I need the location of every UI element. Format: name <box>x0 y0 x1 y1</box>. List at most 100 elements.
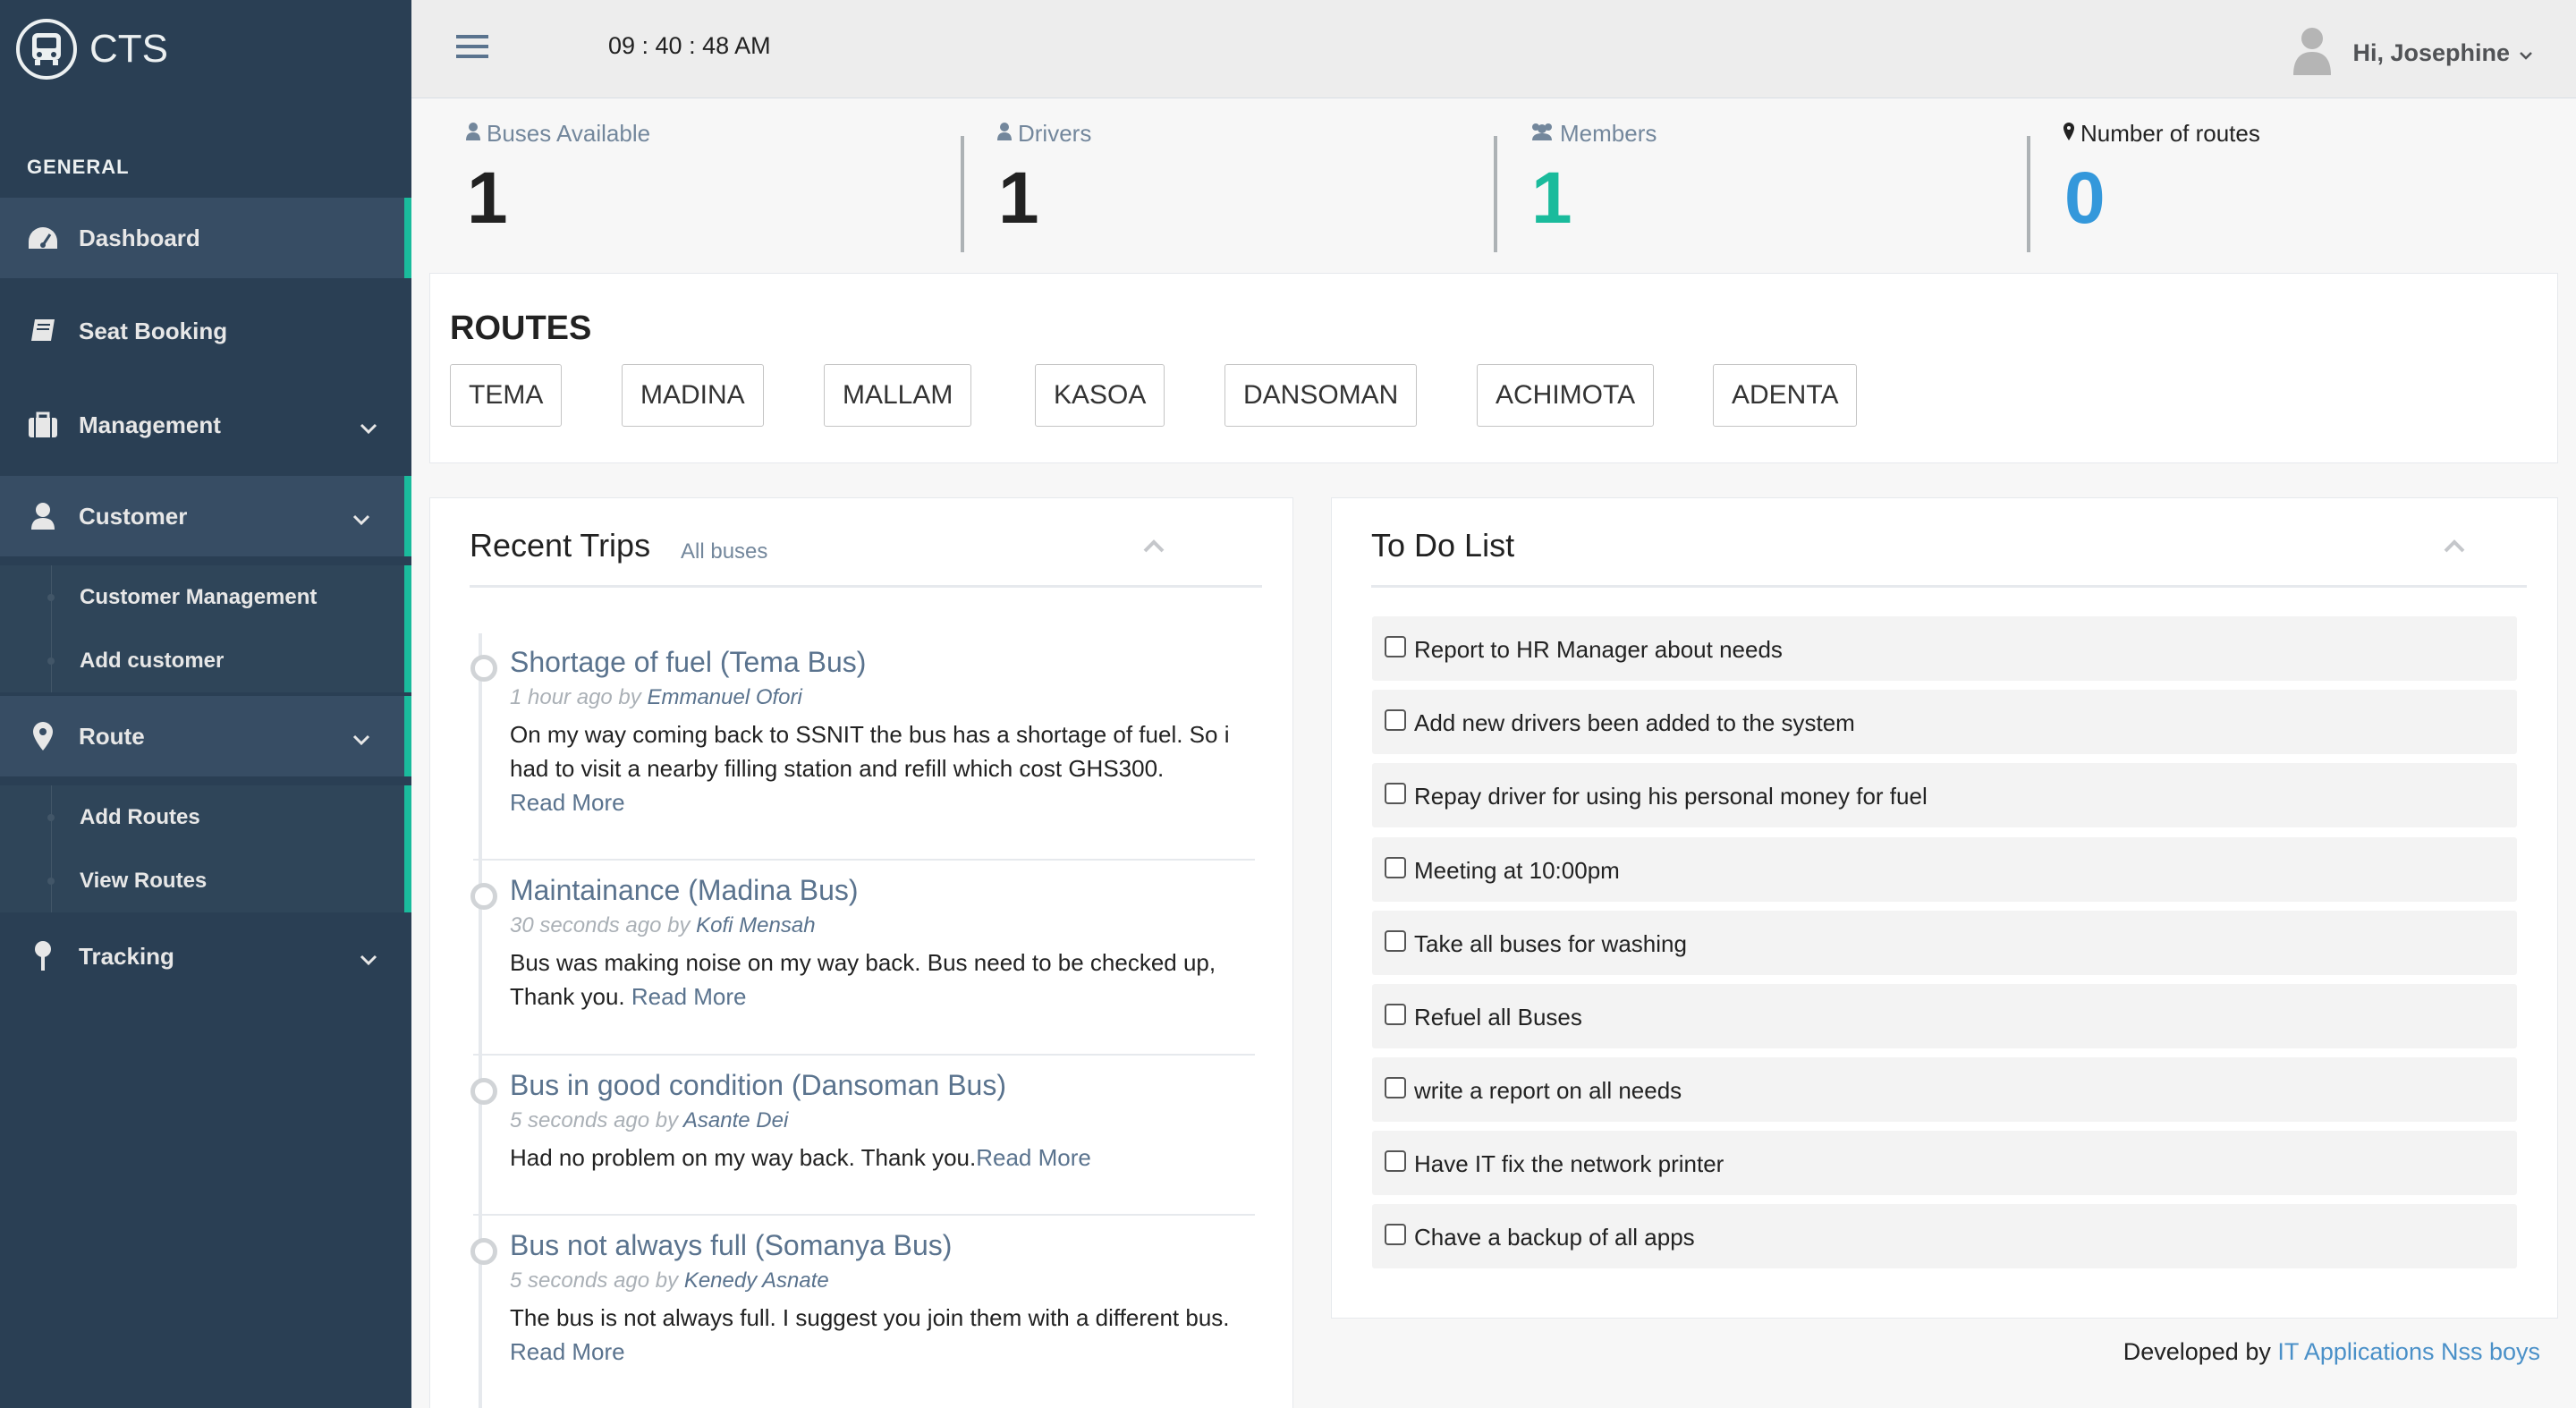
todo-item[interactable]: Meeting at 10:00pm <box>1372 837 2517 902</box>
divider <box>961 136 964 252</box>
sidebar-subitem-customer-management[interactable]: Customer Management <box>0 565 404 629</box>
todo-item[interactable]: Add new drivers been added to the system <box>1372 690 2517 754</box>
trip-title-link[interactable]: Maintainance (Madina Bus) <box>510 874 859 907</box>
trip-title-link[interactable]: Shortage of fuel (Tema Bus) <box>510 646 866 679</box>
chevron-up-icon[interactable] <box>2443 538 2466 558</box>
divider <box>473 1214 1255 1216</box>
todo-checkbox[interactable] <box>1385 857 1406 878</box>
chevron-down-icon <box>352 505 370 532</box>
stat-value: 1 <box>467 157 508 239</box>
read-more-link[interactable]: Read More <box>510 1338 625 1365</box>
todo-text: Refuel all Buses <box>1414 1004 1582 1031</box>
trip-author[interactable]: Kofi Mensah <box>696 913 815 937</box>
user-greeting: Hi, Josephine <box>2352 39 2510 66</box>
avatar <box>2292 25 2333 81</box>
trip-text: Bus was making noise on my way back. Bus… <box>510 949 1216 1010</box>
route-button-dansoman[interactable]: DANSOMAN <box>1224 364 1418 427</box>
sidebar-item-dashboard[interactable]: Dashboard <box>0 198 411 278</box>
read-more-link[interactable]: Read More <box>976 1144 1091 1171</box>
panel-title: Recent Trips <box>470 527 651 564</box>
trip-title-link[interactable]: Bus in good condition (Dansoman Bus) <box>510 1069 1006 1102</box>
todo-checkbox[interactable] <box>1385 709 1406 731</box>
todo-item[interactable]: Have IT fix the network printer <box>1372 1131 2517 1195</box>
chevron-down-icon <box>352 725 370 752</box>
trip-meta: 5 seconds ago by Asante Dei <box>510 1108 788 1133</box>
read-more-link[interactable]: Read More <box>631 983 747 1010</box>
route-button-mallam[interactable]: MALLAM <box>824 364 972 427</box>
route-submenu: Add Routes View Routes <box>0 785 411 912</box>
route-button-achimota[interactable]: ACHIMOTA <box>1477 364 1655 427</box>
stat-number-of-routes: Number of routes 0 <box>2063 120 2260 254</box>
trip-title-link[interactable]: Bus not always full (Somanya Bus) <box>510 1229 952 1262</box>
timeline-dot-icon <box>470 655 497 682</box>
chevron-down-icon <box>360 945 377 972</box>
stat-label: Buses Available <box>487 120 651 147</box>
brand[interactable]: CTS <box>0 0 411 98</box>
timeline-dot-icon <box>470 1078 497 1105</box>
trip-author[interactable]: Emmanuel Ofori <box>647 685 801 709</box>
sidebar-item-route[interactable]: Route <box>0 696 411 776</box>
sidebar-subitem-add-customer[interactable]: Add customer <box>0 629 404 692</box>
todo-checkbox[interactable] <box>1385 930 1406 952</box>
book-icon <box>25 318 61 344</box>
sidebar-item-tracking[interactable]: Tracking <box>0 916 411 997</box>
todo-checkbox[interactable] <box>1385 636 1406 657</box>
todo-item[interactable]: write a report on all needs <box>1372 1057 2517 1122</box>
todo-text: Chave a backup of all apps <box>1414 1224 1695 1251</box>
sidebar-item-customer[interactable]: Customer <box>0 476 411 556</box>
todo-item[interactable]: Report to HR Manager about needs <box>1372 616 2517 681</box>
trip-body: The bus is not always full. I suggest yo… <box>510 1301 1252 1369</box>
trip-time: 5 seconds ago by <box>510 1108 679 1132</box>
clock: 09 : 40 : 48 AM <box>608 32 771 59</box>
route-button-madina[interactable]: MADINA <box>622 364 764 427</box>
sidebar-item-label: Route <box>79 722 145 750</box>
trip-item: Bus not always full (Somanya Bus) 5 seco… <box>470 1229 1283 1408</box>
read-more-link[interactable]: Read More <box>510 789 625 816</box>
user-icon <box>25 502 61 530</box>
divider <box>473 859 1255 861</box>
route-button-kasoa[interactable]: KASOA <box>1035 364 1165 427</box>
sidebar-subitem-view-routes[interactable]: View Routes <box>0 849 404 912</box>
trip-body: Had no problem on my way back. Thank you… <box>510 1141 1252 1175</box>
stat-value: 0 <box>2064 157 2106 239</box>
todo-item[interactable]: Refuel all Buses <box>1372 984 2517 1048</box>
trip-meta: 1 hour ago by Emmanuel Ofori <box>510 685 802 710</box>
panel-header: Recent Trips All buses <box>470 498 1262 588</box>
trip-author[interactable]: Kenedy Asnate <box>684 1268 829 1293</box>
trip-body: On my way coming back to SSNIT the bus h… <box>510 717 1252 819</box>
timeline-dot-icon <box>470 1238 497 1265</box>
bus-icon <box>16 19 77 80</box>
todo-item[interactable]: Repay driver for using his personal mone… <box>1372 763 2517 827</box>
menu-toggle-icon[interactable] <box>456 32 488 65</box>
user-icon <box>996 120 1018 148</box>
todo-item[interactable]: Take all buses for washing <box>1372 911 2517 975</box>
todo-checkbox[interactable] <box>1385 783 1406 804</box>
todo-checkbox[interactable] <box>1385 1224 1406 1245</box>
sidebar-item-seat-booking[interactable]: Seat Booking <box>0 291 411 371</box>
todo-checkbox[interactable] <box>1385 1077 1406 1098</box>
sidebar: CTS GENERAL Dashboard Seat Booking Manag… <box>0 0 411 1408</box>
chevron-up-icon[interactable] <box>1142 538 1165 558</box>
divider <box>1494 136 1497 252</box>
user-menu[interactable]: Hi, Josephine <box>2292 25 2533 81</box>
todo-text: Add new drivers been added to the system <box>1414 709 1855 736</box>
sidebar-item-label: Dashboard <box>79 224 200 251</box>
sidebar-item-management[interactable]: Management <box>0 385 411 465</box>
todo-text: Report to HR Manager about needs <box>1414 636 1783 663</box>
footer-link[interactable]: IT Applications Nss boys <box>2277 1338 2540 1365</box>
sidebar-item-label: Seat Booking <box>79 317 228 344</box>
trip-author[interactable]: Asante Dei <box>683 1108 788 1132</box>
brand-name: CTS <box>89 27 168 71</box>
chevron-down-icon <box>360 413 377 441</box>
todo-text: Repay driver for using his personal mone… <box>1414 783 1928 810</box>
trip-meta: 30 seconds ago by Kofi Mensah <box>510 913 816 938</box>
sidebar-subitem-add-routes[interactable]: Add Routes <box>0 785 404 849</box>
todo-item[interactable]: Chave a backup of all apps <box>1372 1204 2517 1268</box>
todo-text: Have IT fix the network printer <box>1414 1150 1724 1177</box>
stat-buses-available: Buses Available 1 <box>465 120 650 254</box>
todo-checkbox[interactable] <box>1385 1004 1406 1025</box>
todo-checkbox[interactable] <box>1385 1150 1406 1172</box>
trip-text: Had no problem on my way back. Thank you… <box>510 1144 977 1171</box>
route-button-adenta[interactable]: ADENTA <box>1713 364 1858 427</box>
route-button-tema[interactable]: TEMA <box>450 364 563 427</box>
